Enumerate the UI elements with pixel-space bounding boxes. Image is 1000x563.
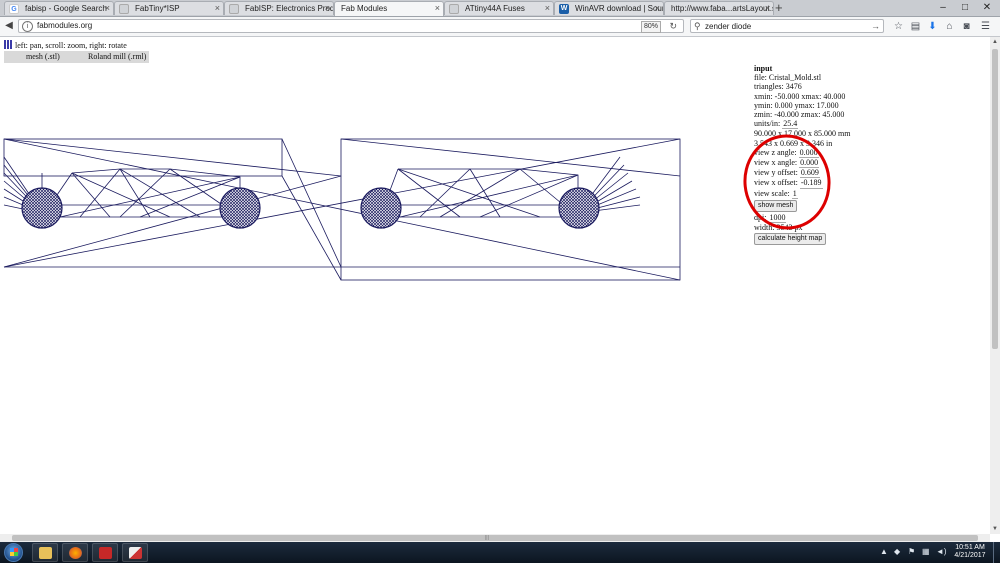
tab-label: ATtiny44A Fuses: [465, 4, 525, 13]
horizontal-scroll-thumb[interactable]: [12, 535, 978, 541]
tab-label: fabisp - Google Search: [25, 4, 107, 13]
reload-icon[interactable]: ↻: [669, 20, 677, 32]
tray-expand-icon[interactable]: ▲: [880, 547, 888, 556]
back-icon[interactable]: ◀: [2, 19, 16, 33]
y-range: ymin: 0.000 ymax: 17.000: [754, 100, 839, 110]
mesh-bounding-edge: [3, 138, 283, 177]
zoom-indicator[interactable]: 80%: [640, 21, 661, 33]
pocket-icon[interactable]: ◙: [960, 20, 973, 33]
menu-mesh-stl[interactable]: mesh (.stl): [26, 51, 60, 63]
tab-strip: G fabisp - Google Search × FabTiny*ISP ×…: [0, 0, 1000, 17]
close-tab-icon[interactable]: ×: [215, 2, 220, 15]
taskbar-filezilla[interactable]: [92, 543, 118, 562]
tab-google-search[interactable]: G fabisp - Google Search ×: [4, 1, 114, 15]
module-menu: mesh (.stl) Roland mill (.rml): [4, 51, 149, 63]
page-icon: [229, 4, 239, 14]
clock-date: 4/21/2017: [954, 552, 986, 559]
search-go-icon[interactable]: →: [871, 20, 880, 32]
tab-label: FabISP: Electronics Production: [245, 4, 334, 13]
tab-attiny44a-fuses[interactable]: ATtiny44A Fuses ×: [444, 1, 554, 15]
google-icon: G: [9, 4, 19, 14]
horizontal-scrollbar[interactable]: |||: [0, 534, 990, 542]
triangle-count: triangles: 3476: [754, 82, 802, 92]
search-icon: ⚲: [694, 21, 701, 31]
close-tab-icon[interactable]: ×: [435, 2, 440, 15]
tab-fabisp-electronics[interactable]: FabISP: Electronics Production ×: [224, 1, 334, 15]
x-range: xmin: -50.000 xmax: 40.000: [754, 91, 846, 101]
windows-logo-icon: [10, 548, 18, 556]
mesh-viewport[interactable]: [0, 125, 690, 285]
info-icon[interactable]: i: [22, 21, 33, 32]
mesh-sphere: [558, 187, 600, 229]
close-tab-icon[interactable]: ×: [325, 2, 330, 15]
network-icon[interactable]: ▦: [922, 547, 930, 556]
tab-label: FabTiny*ISP: [135, 4, 180, 13]
home-icon[interactable]: ⌂: [943, 20, 956, 33]
mesh-sphere: [360, 187, 402, 229]
filezilla-icon: [99, 547, 112, 559]
clock-time: 10:51 AM: [955, 544, 985, 551]
tray-app-icon[interactable]: ◆: [894, 547, 900, 556]
file-name: file: Cristal_Mold.stl: [754, 73, 822, 83]
search-input[interactable]: [705, 20, 855, 32]
annotation-circle: [743, 134, 831, 230]
panel-heading: input: [754, 64, 773, 73]
close-tab-icon[interactable]: ×: [765, 2, 770, 15]
show-desktop-button[interactable]: [993, 542, 1000, 563]
firefox-icon: [69, 547, 82, 559]
navigation-bar: ◀ i fabmodules.org 80% ↻ ⚲ → ☆ ▤ ⬇ ⌂ ◙ ☰: [0, 17, 1000, 37]
page-content: left: pan, scroll: zoom, right: rotate m…: [0, 37, 988, 534]
tab-label: WinAVR download | Sourc...: [575, 4, 664, 13]
hint-text: left: pan, scroll: zoom, right: rotate: [15, 41, 127, 50]
system-clock[interactable]: 10:51 AM 4/21/2017: [950, 544, 990, 560]
tray-flag-icon[interactable]: ⚑: [908, 547, 915, 556]
taskbar-firefox[interactable]: [62, 543, 88, 562]
vertical-scroll-thumb[interactable]: [992, 49, 998, 349]
mesh-sphere: [21, 187, 63, 229]
volume-icon[interactable]: ◄): [936, 547, 947, 556]
menu-icon[interactable]: ☰: [979, 20, 992, 33]
taskbar-file-explorer[interactable]: [32, 543, 58, 562]
tab-fab-modules[interactable]: Fab Modules ×: [334, 1, 444, 16]
page-icon: [449, 4, 459, 14]
close-tab-icon[interactable]: ×: [545, 2, 550, 15]
scroll-down-icon[interactable]: ▼: [990, 524, 1000, 534]
folder-icon: [39, 547, 52, 559]
close-window-icon[interactable]: ✕: [976, 0, 998, 15]
scroll-grip-icon: |||: [485, 535, 489, 541]
close-tab-icon[interactable]: ×: [105, 2, 110, 15]
page-icon: [119, 4, 129, 14]
downloads-icon[interactable]: ⬇: [926, 20, 939, 33]
sourceforge-icon: W: [559, 4, 569, 14]
menu-roland-mill[interactable]: Roland mill (.rml): [88, 51, 146, 63]
minimize-icon[interactable]: –: [932, 0, 954, 15]
tab-label: Fab Modules: [341, 4, 388, 13]
tab-label: http://www.faba...artsLayout.svg: [671, 4, 774, 13]
close-tab-icon[interactable]: ×: [655, 2, 660, 15]
tab-winavr-download[interactable]: W WinAVR download | Sourc... ×: [554, 1, 664, 15]
url-text[interactable]: fabmodules.org: [37, 20, 92, 32]
url-bar[interactable]: i fabmodules.org 80% ↻: [18, 19, 684, 33]
controls-hint: left: pan, scroll: zoom, right: rotate: [4, 40, 127, 51]
scroll-up-icon[interactable]: ▲: [990, 37, 1000, 47]
taskbar-app-4[interactable]: [122, 543, 148, 562]
taskbar: ▲ ◆ ⚑ ▦ ◄) 10:51 AM 4/21/2017: [0, 542, 1000, 563]
grid-icon: [4, 40, 13, 49]
bookmark-star-icon[interactable]: ☆: [892, 20, 905, 33]
start-button[interactable]: [4, 543, 23, 562]
reading-list-icon[interactable]: ▤: [909, 20, 922, 33]
vertical-scrollbar[interactable]: ▲ ▼: [990, 37, 1000, 534]
new-tab-icon[interactable]: +: [775, 0, 783, 15]
mesh-sphere: [219, 187, 261, 229]
tab-fabtiny-isp[interactable]: FabTiny*ISP ×: [114, 1, 224, 15]
maximize-icon[interactable]: □: [954, 0, 976, 15]
app-icon: [129, 547, 142, 559]
tab-svg-layout[interactable]: http://www.faba...artsLayout.svg ×: [664, 1, 774, 15]
z-range: zmin: -40.000 zmax: 45.000: [754, 110, 845, 120]
search-bar[interactable]: ⚲ →: [690, 19, 884, 33]
